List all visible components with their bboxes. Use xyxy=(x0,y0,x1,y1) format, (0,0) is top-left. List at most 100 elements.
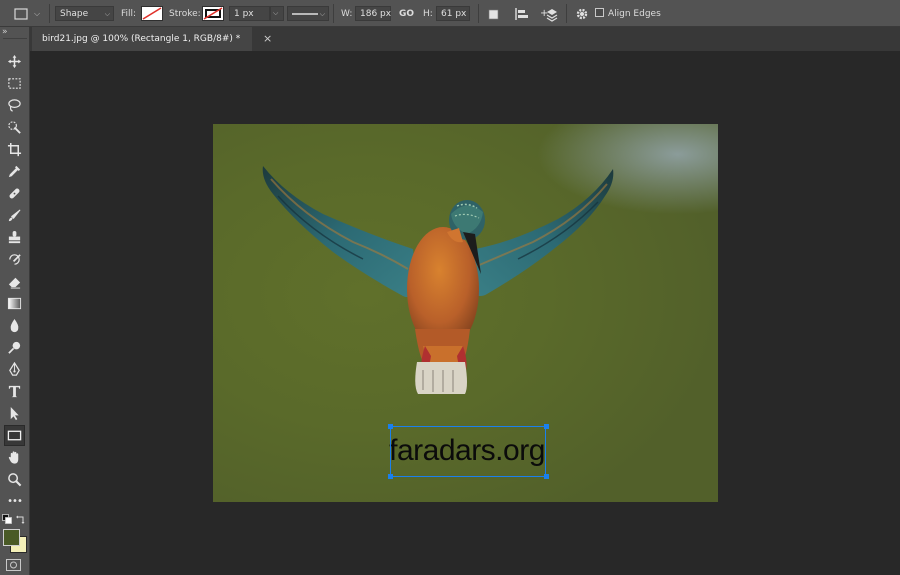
rectangle-shape-selection[interactable] xyxy=(390,426,546,477)
stroke-width-dropdown[interactable]: ⌵ xyxy=(270,6,284,21)
history-brush-icon xyxy=(9,254,21,265)
document-tab-bar: bird21.jpg @ 100% (Rectangle 1, RGB/8#) … xyxy=(0,27,900,51)
link-icon: GO xyxy=(399,8,415,19)
path-selection-tool[interactable] xyxy=(4,403,25,424)
eyedropper-tool[interactable] xyxy=(4,161,25,182)
svg-text:+: + xyxy=(540,8,548,19)
path-operations-button[interactable] xyxy=(487,0,501,27)
history-brush-tool[interactable] xyxy=(4,249,25,270)
quick-selection-tool[interactable] xyxy=(4,117,25,138)
align-left-icon xyxy=(515,7,528,20)
separator xyxy=(566,4,567,23)
gradient-icon xyxy=(7,297,22,310)
zoom-tool[interactable] xyxy=(4,469,25,490)
separator xyxy=(333,4,334,23)
arrow-pointer-icon xyxy=(10,406,19,421)
foreground-color-swatch[interactable] xyxy=(3,529,20,546)
collapse-panel-button[interactable]: » xyxy=(2,27,8,37)
stroke-width-value: 1 px xyxy=(234,8,254,19)
link-dimensions-button[interactable]: GO xyxy=(399,0,414,27)
bandage-icon xyxy=(9,188,20,199)
transform-handle[interactable] xyxy=(544,424,549,429)
crop-tool[interactable] xyxy=(4,139,25,160)
height-input[interactable]: 61 px xyxy=(436,6,470,21)
move-tool[interactable] xyxy=(4,51,25,72)
magnifier-icon xyxy=(8,473,22,487)
gradient-tool[interactable] xyxy=(4,293,25,314)
tool-mode-select[interactable]: Shape ⌵ xyxy=(55,6,114,21)
geometry-settings-button[interactable] xyxy=(575,0,589,27)
eraser-icon xyxy=(8,277,21,289)
width-input[interactable]: 186 px xyxy=(355,6,391,21)
chevron-down-icon: ⌵ xyxy=(319,10,325,18)
quick-selection-icon xyxy=(8,121,21,134)
arrange-layers-icon: + xyxy=(540,8,558,22)
blur-tool[interactable] xyxy=(4,315,25,336)
tool-preset-picker[interactable] xyxy=(14,0,28,27)
separator xyxy=(478,4,479,23)
width-label: W: xyxy=(341,8,353,19)
stroke-label: Stroke: xyxy=(169,8,201,19)
stroke-type-select[interactable]: ⌵ xyxy=(287,6,329,21)
pen-tool[interactable] xyxy=(4,359,25,380)
healing-brush-tool[interactable] xyxy=(4,183,25,204)
rectangle-icon xyxy=(7,430,22,441)
options-bar: ⌵ Shape ⌵ Fill: Stroke: 1 px ⌵ ⌵ W: 186 … xyxy=(0,0,900,27)
document-tab-title: bird21.jpg @ 100% (Rectangle 1, RGB/8#) … xyxy=(42,34,241,44)
type-icon xyxy=(8,385,21,398)
path-operations-icon xyxy=(488,9,499,19)
separator xyxy=(3,38,27,39)
chevron-down-icon: ⌵ xyxy=(273,9,279,17)
rectangle-tool[interactable] xyxy=(4,425,25,446)
brush-icon xyxy=(8,209,21,222)
gear-icon xyxy=(576,8,588,19)
lasso-tool[interactable] xyxy=(4,95,25,116)
transform-handle[interactable] xyxy=(388,474,393,479)
quick-mask-button[interactable] xyxy=(6,559,21,571)
dodge-tool[interactable] xyxy=(4,337,25,358)
more-icon: ••• xyxy=(7,496,23,507)
brush-tool[interactable] xyxy=(4,205,25,226)
fill-label: Fill: xyxy=(121,8,137,19)
height-value: 61 px xyxy=(441,8,467,19)
path-alignment-button[interactable] xyxy=(514,0,529,27)
solid-line-icon xyxy=(292,12,318,15)
fill-swatch[interactable] xyxy=(141,6,163,21)
close-icon[interactable]: × xyxy=(263,32,272,45)
rectangular-marquee-icon xyxy=(8,78,21,89)
separator xyxy=(49,4,50,23)
default-colors-icon[interactable] xyxy=(2,514,12,524)
dodge-icon xyxy=(8,341,21,354)
no-stroke-icon xyxy=(203,7,223,20)
hand-tool[interactable] xyxy=(4,447,25,468)
type-tool[interactable] xyxy=(4,381,25,402)
stroke-width-input[interactable]: 1 px xyxy=(229,6,270,21)
drop-icon xyxy=(10,318,19,333)
chevron-down-icon[interactable]: ⌵ xyxy=(34,9,40,19)
hand-icon xyxy=(8,451,19,464)
eraser-tool[interactable] xyxy=(4,271,25,292)
no-fill-icon xyxy=(142,7,162,20)
width-value: 186 px xyxy=(360,8,392,19)
collapse-icon: » xyxy=(2,27,8,37)
rectangle-preset-icon xyxy=(14,7,28,20)
path-arrangement-button[interactable]: + xyxy=(540,0,558,27)
stroke-swatch[interactable] xyxy=(202,6,224,21)
document-tab[interactable]: bird21.jpg @ 100% (Rectangle 1, RGB/8#) … xyxy=(32,27,272,51)
chevron-down-icon: ⌵ xyxy=(104,10,110,18)
transform-handle[interactable] xyxy=(388,424,393,429)
crop-icon xyxy=(7,142,22,157)
edit-toolbar-button[interactable]: ••• xyxy=(4,491,25,512)
eyedropper-icon xyxy=(8,165,21,178)
align-edges-checkbox[interactable] xyxy=(595,8,604,17)
align-edges-label: Align Edges xyxy=(608,8,661,19)
tool-mode-value: Shape xyxy=(60,8,89,19)
quick-mask-icon xyxy=(10,561,17,569)
stamp-icon xyxy=(8,230,21,244)
pen-icon xyxy=(9,362,20,376)
clone-stamp-tool[interactable] xyxy=(4,227,25,248)
swap-colors-icon[interactable] xyxy=(15,514,26,524)
marquee-tool[interactable] xyxy=(4,73,25,94)
transform-handle[interactable] xyxy=(544,474,549,479)
height-label: H: xyxy=(423,8,433,19)
